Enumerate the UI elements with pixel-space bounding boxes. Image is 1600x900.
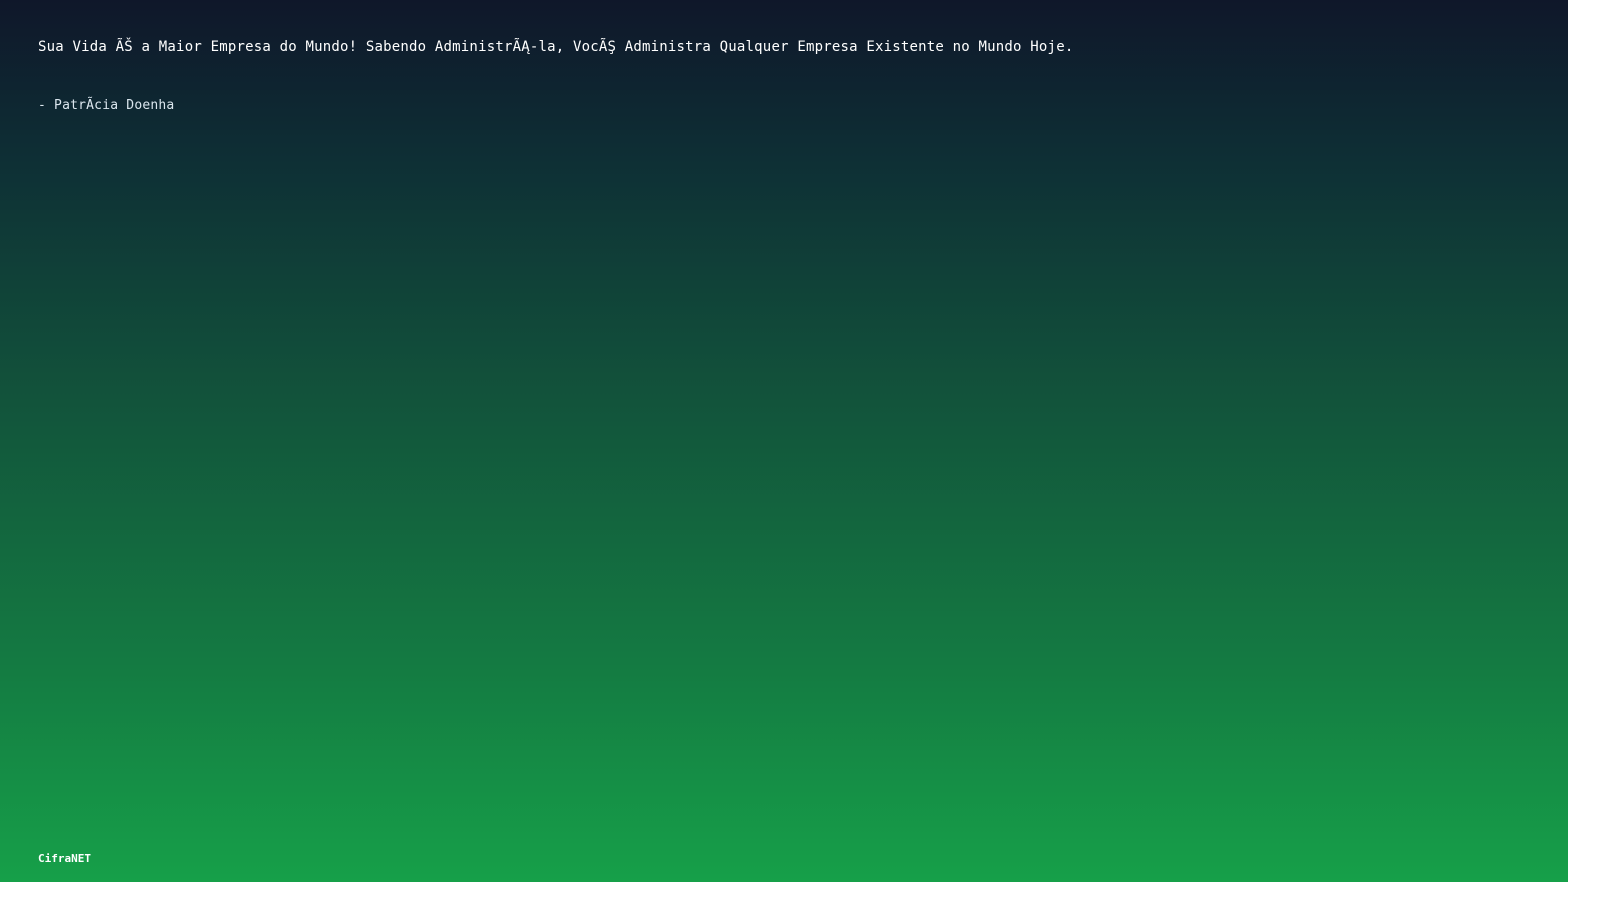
- quote-author: - PatrÃ­cia Doenha: [38, 98, 175, 113]
- brand-label: CifraNET: [38, 852, 91, 865]
- bottom-margin: [0, 882, 1600, 900]
- quote-screen: Sua Vida ÃŠ a Maior Empresa do Mundo! Sa…: [0, 0, 1568, 882]
- quote-text: Sua Vida ÃŠ a Maior Empresa do Mundo! Sa…: [38, 39, 1074, 55]
- right-margin: [1568, 0, 1600, 900]
